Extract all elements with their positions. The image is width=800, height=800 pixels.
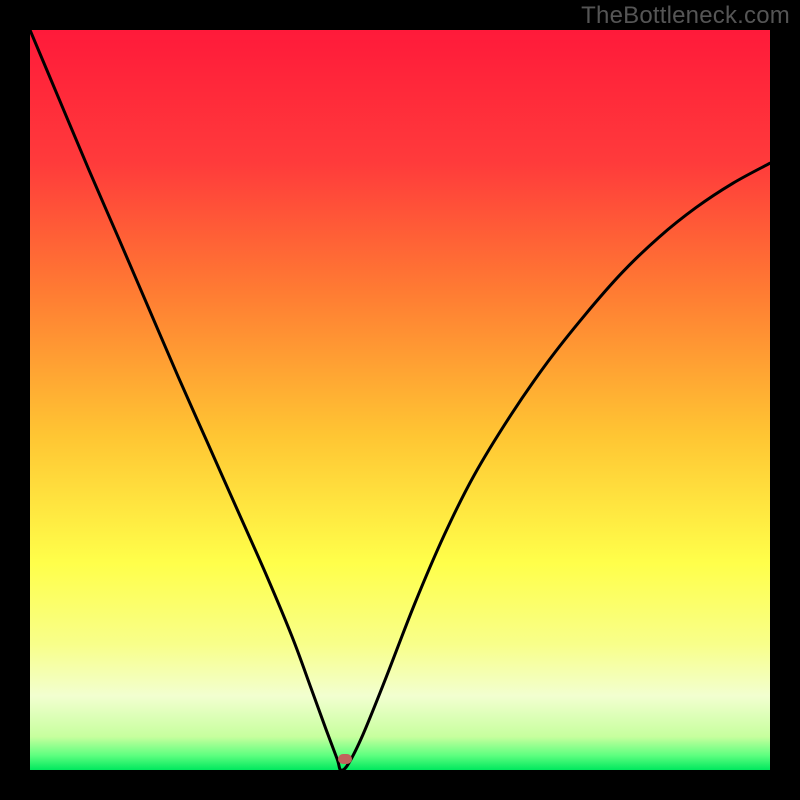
chart-frame [30,30,770,770]
chart-background-gradient [30,30,770,770]
watermark-label: TheBottleneck.com [581,2,790,30]
